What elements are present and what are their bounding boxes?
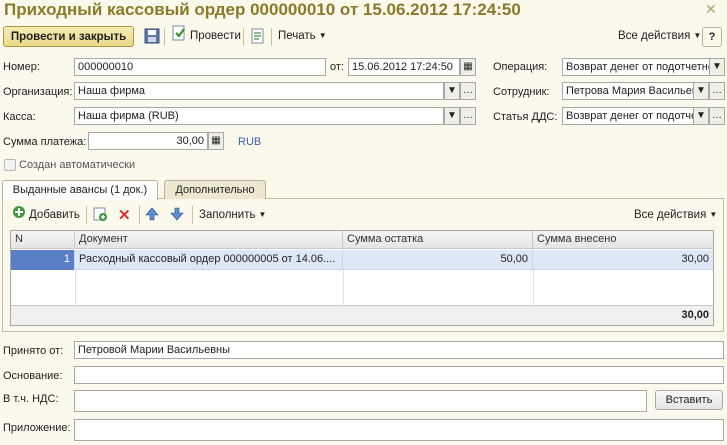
basis-label: Основание: [3,370,63,382]
post-icon [171,25,187,48]
column-divider [343,270,344,305]
table-footer: 30,00 [11,305,713,325]
operation-label: Операция: [493,61,548,73]
chevron-down-icon: ▼ [318,31,327,40]
add-label: Добавить [29,209,80,221]
dropdown-icon[interactable]: ▼ [444,82,460,100]
dds-field[interactable]: Возврат денег от подотчетного лица [562,107,695,125]
received-from-label: Принято от: [3,345,64,357]
help-icon: ? [708,31,716,43]
advances-table[interactable]: N Документ Сумма остатка Сумма внесено 1… [10,230,714,326]
column-header-paid[interactable]: Сумма внесено [533,231,713,249]
print-menu[interactable]: Печать ▼ [278,26,327,46]
amount-label: Сумма платежа: [3,136,87,148]
auto-created-checkbox[interactable] [4,159,16,171]
insert-button[interactable]: Вставить [655,390,723,410]
auto-created-label: Создан автоматически [19,159,136,171]
table-all-actions-label: Все действия [634,209,707,221]
vat-field[interactable] [74,390,647,412]
dropdown-icon[interactable]: ▼ [444,107,460,125]
document-icon[interactable] [250,28,266,47]
chevron-down-icon[interactable]: ▼ [709,58,725,76]
toolbar-separator [192,206,193,224]
all-actions-menu[interactable]: Все действия ▼ [618,26,701,46]
cell-n[interactable]: 1 [11,250,75,270]
close-icon[interactable]: ✕ [705,1,719,17]
chevron-down-icon: ▼ [709,210,718,219]
total-paid: 30,00 [681,309,709,321]
move-down-icon[interactable] [170,207,184,224]
toolbar-separator [164,28,165,46]
help-button[interactable]: ? [702,27,722,47]
calculator-icon[interactable]: ▦ [208,132,224,150]
toolbar-separator [271,28,272,46]
save-icon[interactable] [144,28,160,47]
employee-label: Сотрудник: [493,86,550,98]
all-actions-label: Все действия [618,30,691,42]
fill-menu[interactable]: Заполнить ▼ [199,205,266,225]
column-header-remainder[interactable]: Сумма остатка [343,231,533,249]
column-divider [533,270,534,305]
cash-field[interactable]: Наша фирма (RUB) [74,107,444,125]
dropdown-icon[interactable]: ▼ [693,82,709,100]
date-field[interactable]: 15.06.2012 17:24:50 [348,58,460,76]
select-dots-icon[interactable]: … [460,82,476,100]
post-and-close-button[interactable]: Провести и закрыть [3,26,134,47]
number-field[interactable]: 000000010 [74,58,326,76]
post-button[interactable]: Провести [171,25,241,48]
select-dots-icon[interactable]: … [709,82,725,100]
employee-field[interactable]: Петрова Мария Васильевна [562,82,695,100]
tab-advances[interactable]: Выданные авансы (1 док.) [2,180,158,200]
add-row-button[interactable]: Добавить [12,205,80,225]
dropdown-icon[interactable]: ▼ [693,107,709,125]
fill-label: Заполнить [199,209,256,221]
table-row[interactable]: 1 Расходный кассовый ордер 000000005 от … [11,250,713,270]
select-dots-icon[interactable]: … [709,107,725,125]
cell-document[interactable]: Расходный кассовый ордер 000000005 от 14… [75,250,343,270]
chevron-down-icon: ▼ [258,210,267,219]
chevron-down-icon: ▼ [693,31,702,40]
operation-field[interactable]: Возврат денег от подотчетного лица [562,58,711,76]
cell-paid[interactable]: 30,00 [533,250,713,270]
toolbar-separator [86,206,87,224]
organization-label: Организация: [3,86,73,98]
date-label: от: [330,61,344,73]
basis-field[interactable] [74,366,724,384]
organization-field[interactable]: Наша фирма [74,82,444,100]
add-icon [12,205,26,226]
received-from-field[interactable]: Петровой Марии Васильевны [74,341,724,359]
column-header-document[interactable]: Документ [75,231,343,249]
dds-label: Статья ДДС: [493,111,558,123]
attachment-field[interactable] [74,419,724,441]
toolbar-separator [243,28,244,46]
table-all-actions-menu[interactable]: Все действия ▼ [634,205,717,225]
amount-field[interactable]: 30,00 [88,132,208,150]
select-dots-icon[interactable]: … [460,107,476,125]
number-label: Номер: [3,61,40,73]
toolbar-separator [139,206,140,224]
delete-row-icon[interactable]: ✕ [118,206,131,224]
tab-additional[interactable]: Дополнительно [164,180,266,199]
vat-label: В т.ч. НДС: [3,393,59,405]
move-up-icon[interactable] [145,207,159,224]
print-label: Печать [278,30,316,42]
column-divider [75,270,76,305]
column-header-n[interactable]: N [11,231,75,249]
cash-label: Касса: [3,111,36,123]
calendar-icon[interactable]: ▦ [460,58,476,76]
cell-remainder[interactable]: 50,00 [343,250,533,270]
post-button-label: Провести [190,30,241,42]
page-title: Приходный кассовый ордер 000000010 от 15… [4,0,521,19]
copy-row-icon[interactable] [93,207,108,225]
attachment-label: Приложение: [3,422,71,434]
currency-link[interactable]: RUB [238,136,261,148]
